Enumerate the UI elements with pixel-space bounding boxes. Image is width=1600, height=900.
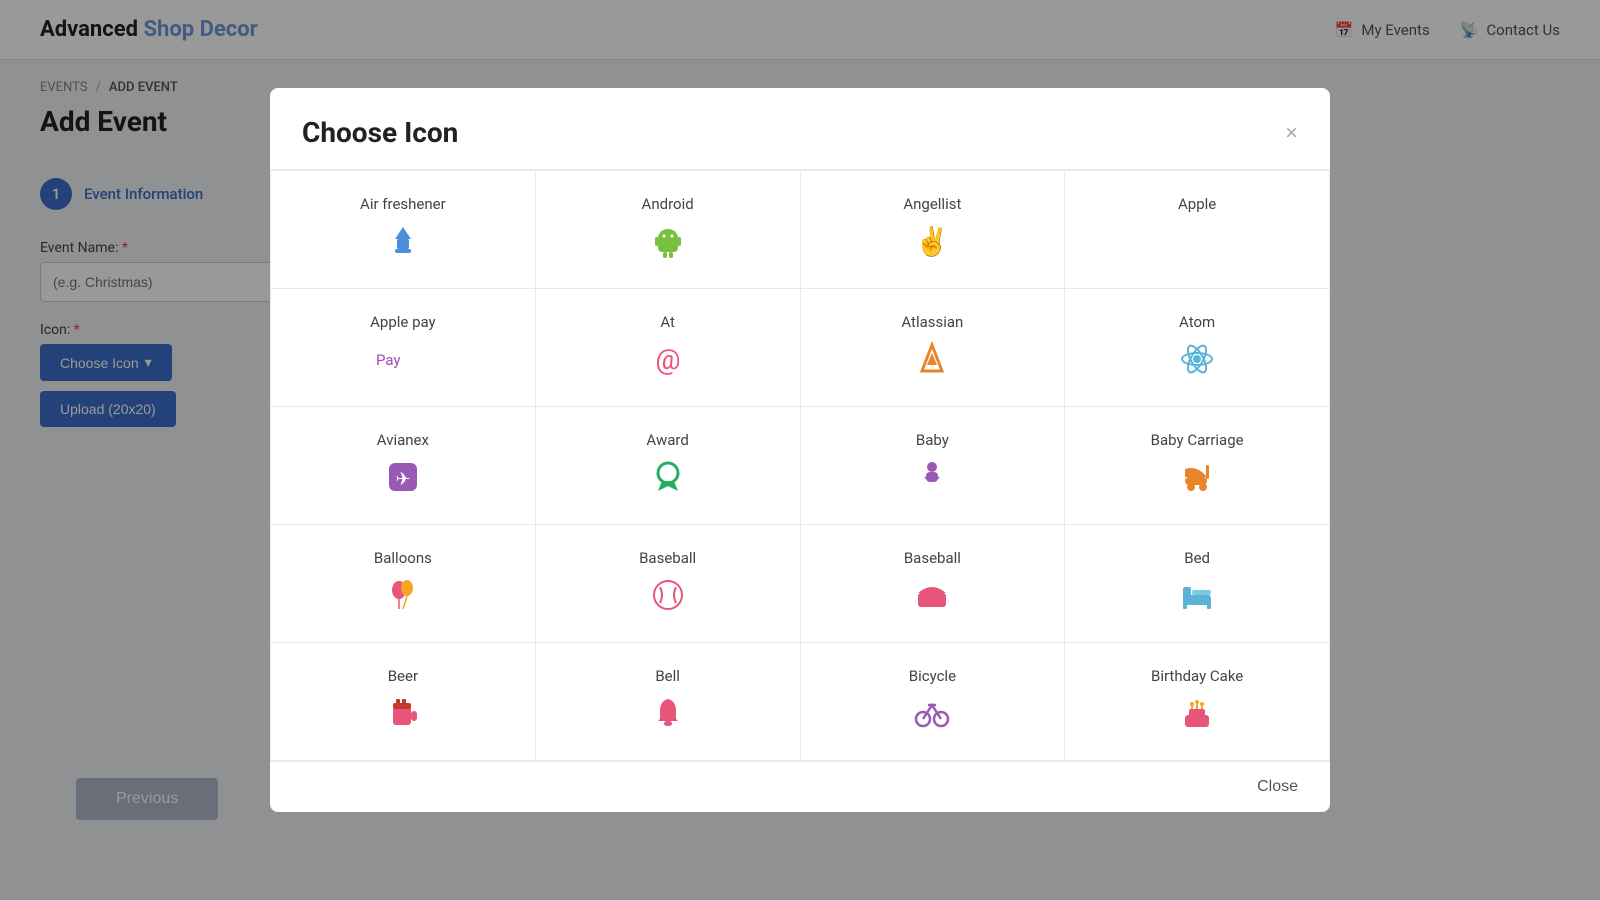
icon-name: Balloons [374, 549, 432, 567]
icon-cell[interactable]: Atom [1065, 289, 1330, 407]
icon-cell[interactable]: Bicycle [801, 643, 1066, 761]
icon-name: Bell [655, 667, 680, 685]
icon-glyph: ✌ [914, 223, 950, 264]
svg-text:Pay: Pay [376, 351, 401, 369]
icon-glyph [914, 577, 950, 618]
icon-cell[interactable]: Baby [801, 407, 1066, 525]
icon-cell[interactable]: Air freshener [271, 171, 536, 289]
icon-glyph [385, 695, 421, 736]
icon-glyph [1179, 341, 1215, 382]
icon-glyph [1179, 459, 1215, 500]
icon-glyph [650, 577, 686, 618]
icon-name: Bicycle [909, 667, 956, 685]
icon-glyph [914, 695, 950, 736]
icon-name: Atlassian [901, 313, 963, 331]
modal-title: Choose Icon [302, 116, 458, 149]
icon-glyph [385, 223, 421, 264]
icon-name: At [660, 313, 675, 331]
icon-glyph [1179, 695, 1215, 736]
icon-cell[interactable]: Award [536, 407, 801, 525]
icon-grid: Air freshener Android Angellist ✌ Apple Apple… [270, 170, 1330, 761]
modal-header: Choose Icon × [270, 88, 1330, 170]
icon-name: Air freshener [360, 195, 446, 213]
modal-close-button[interactable]: Close [1257, 778, 1298, 796]
icon-cell[interactable]: Bell [536, 643, 801, 761]
choose-icon-modal: Choose Icon × Air freshener Android Angell… [270, 88, 1330, 812]
icon-name: Award [646, 431, 688, 449]
icon-cell[interactable]: Birthday Cake [1065, 643, 1330, 761]
icon-name: Birthday Cake [1151, 667, 1243, 685]
icon-cell[interactable]: Balloons [271, 525, 536, 643]
icon-name: Avianex [377, 431, 429, 449]
icon-cell[interactable]: Baseball [536, 525, 801, 643]
icon-name: Baby Carriage [1151, 431, 1244, 449]
icon-cell[interactable]: Atlassian [801, 289, 1066, 407]
icon-cell[interactable]: Avianex ✈ [271, 407, 536, 525]
icon-name: Apple pay [370, 313, 436, 331]
icon-cell[interactable]: Apple [1065, 171, 1330, 289]
modal-footer: Close [270, 761, 1330, 812]
icon-glyph [650, 459, 686, 500]
svg-text:@: @ [655, 343, 680, 376]
icon-cell[interactable]: Android [536, 171, 801, 289]
icon-glyph [650, 223, 686, 264]
svg-text:✈: ✈ [395, 469, 410, 490]
icon-name: Baseball [904, 549, 961, 567]
icon-name: Beer [388, 667, 418, 685]
icon-glyph [650, 695, 686, 736]
icon-glyph: ✈ [385, 459, 421, 500]
icon-name: Baby [916, 431, 949, 449]
icon-glyph: @ [650, 341, 686, 382]
icon-name: Apple [1178, 195, 1216, 213]
icon-cell[interactable]: Baby Carriage [1065, 407, 1330, 525]
icon-cell[interactable]: At @ [536, 289, 801, 407]
icon-glyph [914, 459, 950, 500]
modal-body[interactable]: Air freshener Android Angellist ✌ Apple Apple… [270, 170, 1330, 761]
icon-glyph [385, 577, 421, 618]
icon-name: Atom [1179, 313, 1215, 331]
icon-cell[interactable]: Beer [271, 643, 536, 761]
modal-close-x-button[interactable]: × [1285, 122, 1298, 144]
icon-name: Angellist [903, 195, 961, 213]
icon-glyph: Pay [373, 341, 433, 382]
icon-name: Bed [1184, 549, 1210, 567]
modal-overlay: Choose Icon × Air freshener Android Angell… [0, 0, 1600, 900]
icon-glyph [1179, 577, 1215, 618]
icon-name: Android [642, 195, 694, 213]
icon-cell[interactable]: Baseball [801, 525, 1066, 643]
icon-cell[interactable]: Angellist ✌ [801, 171, 1066, 289]
icon-cell[interactable]: Bed [1065, 525, 1330, 643]
icon-cell[interactable]: Apple pay Pay [271, 289, 536, 407]
icon-glyph [914, 341, 950, 382]
icon-name: Baseball [639, 549, 696, 567]
icon-glyph [1179, 223, 1215, 264]
svg-text:✌: ✌ [915, 224, 950, 258]
